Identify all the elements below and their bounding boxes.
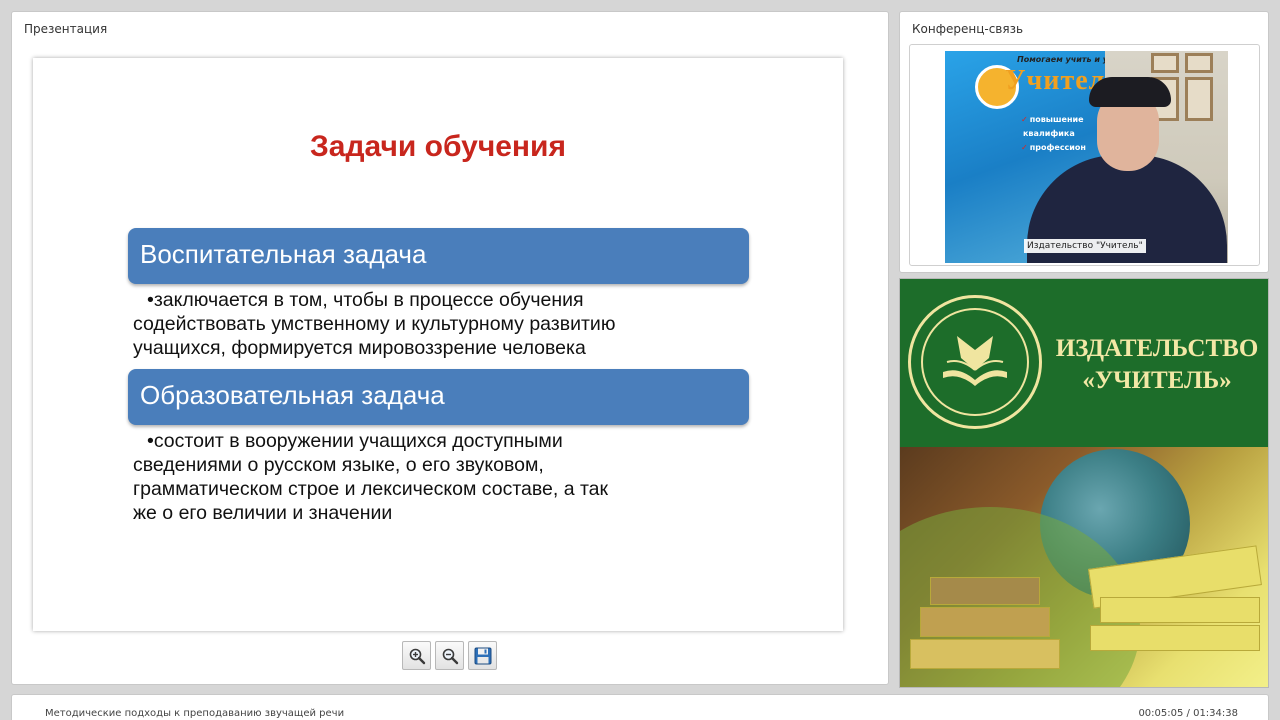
publisher-name-line: «УЧИТЕЛЬ» [1082, 367, 1232, 394]
book-image [920, 607, 1050, 637]
task-heading-upbringing: Воспитательная задача [128, 228, 749, 284]
task-line: учащихся, формируется мировоззрение чело… [133, 337, 586, 359]
book-image [1100, 597, 1260, 623]
task-description-education: •состоит в вооружении учащихся доступным… [133, 429, 747, 525]
task-description-upbringing: •заключается в том, чтобы в процессе обу… [133, 288, 747, 360]
publisher-name: ИЗДАТЕЛЬСТВО «УЧИТЕЛЬ» [1050, 333, 1264, 397]
book-image [930, 577, 1040, 605]
playback-time: 00:05:05 / 01:34:38 [1138, 708, 1238, 719]
wall-frame [1185, 77, 1213, 121]
poster-line: ✓ профессион [1021, 143, 1086, 152]
slide-title: Задачи обучения [310, 130, 566, 163]
wall-frame [1151, 53, 1179, 73]
video-caption: Издательство "Учитель" [1024, 239, 1146, 253]
poster-line: квалифика [1023, 129, 1075, 138]
task-line: же о его величии и значении [133, 502, 393, 524]
publisher-banner: ИЗДАТЕЛЬСТВО «УЧИТЕЛЬ» [899, 278, 1269, 688]
lecture-title: Методические подходы к преподаванию звуч… [45, 708, 345, 719]
presenter-hair [1089, 77, 1171, 107]
conference-panel: Конференц-связь Помогаем учить и учиться… [899, 11, 1269, 273]
publisher-name-line: ИЗДАТЕЛЬСТВО [1055, 335, 1259, 362]
book-emblem-icon [943, 336, 1007, 386]
presentation-slide: Задачи обучения Воспитательная задача •з… [33, 58, 843, 631]
save-button[interactable] [468, 641, 497, 670]
zoom-in-button[interactable] [402, 641, 431, 670]
banner-photo [900, 447, 1268, 687]
poster-lines: ✓ повышение квалифика ✓ профессион [1021, 113, 1086, 155]
task-heading-education: Образовательная задача [128, 369, 749, 425]
poster-line: ✓ повышение [1021, 115, 1084, 124]
webcam-video[interactable]: Помогаем учить и учиться Учител ✓ повышен… [945, 51, 1228, 263]
conference-panel-title: Конференц-связь [912, 22, 1024, 36]
zoom-in-icon [409, 648, 425, 664]
book-image [910, 639, 1060, 669]
zoom-out-button[interactable] [435, 641, 464, 670]
task-line: •состоит в вооружении учащихся доступным… [147, 430, 563, 452]
task-line: грамматическом строе и лексическом соста… [133, 478, 609, 500]
wall-frame [1185, 53, 1213, 73]
slide-toolbar [402, 641, 497, 670]
playback-bar: Методические подходы к преподаванию звуч… [11, 694, 1269, 720]
publisher-logo-icon [908, 295, 1042, 429]
task-line: •заключается в том, чтобы в процессе обу… [147, 289, 584, 311]
banner-header: ИЗДАТЕЛЬСТВО «УЧИТЕЛЬ» [900, 279, 1268, 447]
zoom-out-icon [442, 648, 458, 664]
task-line: сведениями о русском языке, о его звуков… [133, 454, 544, 476]
presentation-panel-title: Презентация [24, 22, 108, 36]
publisher-logo-inner [921, 308, 1029, 416]
book-image [1090, 625, 1260, 651]
task-line: содействовать умственному и культурному … [133, 313, 616, 335]
presentation-panel: Презентация Задачи обучения Воспитательн… [11, 11, 889, 685]
video-frame: Помогаем учить и учиться Учител ✓ повышен… [909, 44, 1260, 266]
floppy-disk-icon [474, 647, 491, 664]
